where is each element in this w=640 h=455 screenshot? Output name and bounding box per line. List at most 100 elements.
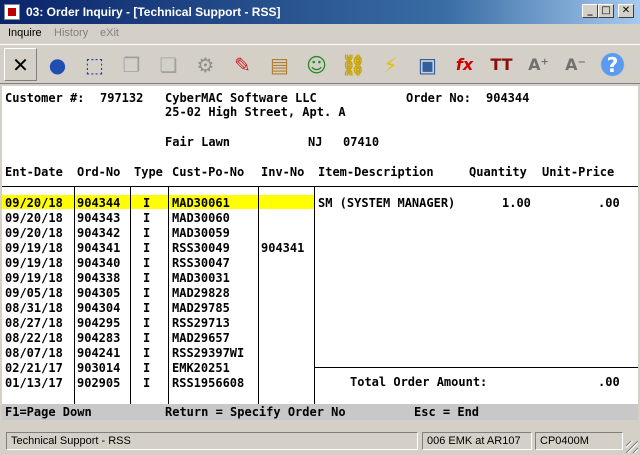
function-key-bar: F1=Page Down Return = Specify Order No E…	[2, 404, 638, 420]
row-cust-po-no: RSS29713	[172, 316, 230, 330]
row-type: I	[143, 376, 151, 390]
toolbar: ✕ ● ⬚ ❐ ❏ ⚙ ✎ ▤ ☺ ⛓ ⚡ ▣ fx TT A⁺ A⁻?	[0, 44, 640, 84]
row-ord-no[interactable]: 904241	[77, 346, 120, 360]
status-session: Technical Support - RSS	[6, 432, 418, 450]
col-header-unit-price: Unit-Price	[542, 165, 615, 179]
col-divider-3	[168, 186, 169, 404]
resize-grip[interactable]	[626, 441, 638, 453]
menu-exit[interactable]: eXit	[100, 27, 119, 39]
window-lightning-icon[interactable]: ▣	[411, 48, 444, 81]
status-program: CP0400M	[535, 432, 623, 450]
row-ord-no[interactable]: 904283	[77, 331, 120, 345]
link-chain-icon[interactable]: ⛓	[337, 48, 370, 81]
customer-label: Customer #:	[5, 91, 85, 105]
row-ent-date: 09/19/18	[5, 241, 63, 255]
row-type: I	[143, 286, 151, 300]
help-icon[interactable]: ?	[596, 48, 629, 81]
row-ord-no[interactable]: 904341	[77, 241, 120, 255]
row-type: I	[143, 226, 151, 240]
col-divider-2	[130, 186, 131, 404]
row-ent-date: 09/20/18	[5, 196, 63, 210]
row-type: I	[143, 196, 151, 210]
line-item-quantity: 1.00	[502, 196, 531, 210]
status-bar: Technical Support - RSS 006 EMK at AR107…	[0, 428, 640, 455]
decrease-font-icon[interactable]: A⁻	[559, 48, 592, 81]
edit-pencil-icon[interactable]: ✎	[226, 48, 259, 81]
esc-hint[interactable]: Esc = End	[414, 405, 479, 419]
row-cust-po-no: RSS30049	[172, 241, 230, 255]
menu-history[interactable]: History	[54, 27, 88, 39]
f1-page-down-hint[interactable]: F1=Page Down	[5, 405, 92, 419]
cross-icon[interactable]: ✕	[4, 48, 37, 81]
title-bar: 03: Order Inquiry - [Technical Support -…	[0, 0, 640, 24]
font-size-icon[interactable]: TT	[485, 48, 518, 81]
total-value: .00	[598, 375, 620, 389]
copy-icon[interactable]: ❐	[115, 48, 148, 81]
notepad-icon[interactable]: ▤	[263, 48, 296, 81]
row-cust-po-no: RSS29397WI	[172, 346, 245, 360]
window-title: 03: Order Inquiry - [Technical Support -…	[26, 5, 281, 19]
row-ent-date: 02/21/17	[5, 361, 63, 375]
row-ord-no[interactable]: 904340	[77, 256, 120, 270]
users-icon[interactable]: ☺	[300, 48, 333, 81]
row-ent-date: 09/19/18	[5, 271, 63, 285]
col-divider-1	[74, 186, 75, 404]
row-type: I	[143, 301, 151, 315]
app-icon[interactable]	[4, 4, 20, 20]
return-hint[interactable]: Return = Specify Order No	[165, 405, 346, 419]
row-cust-po-no: MAD30059	[172, 226, 230, 240]
col-header-type: Type	[134, 165, 163, 179]
row-ord-no[interactable]: 904304	[77, 301, 120, 315]
gear-icon[interactable]: ⚙	[189, 48, 222, 81]
row-ent-date: 08/22/18	[5, 331, 63, 345]
row-ord-no[interactable]: 903014	[77, 361, 120, 375]
customer-city: Fair Lawn	[165, 135, 231, 149]
total-label: Total Order Amount:	[350, 375, 488, 389]
row-type: I	[143, 211, 151, 225]
col-header-cust-po-no: Cust-Po-No	[172, 165, 245, 179]
order-no-value[interactable]: 904344	[486, 91, 529, 105]
line-item-description: SM (SYSTEM MANAGER)	[318, 196, 456, 210]
row-type: I	[143, 361, 151, 375]
row-type: I	[143, 316, 151, 330]
row-ord-no[interactable]: 904338	[77, 271, 120, 285]
function-fx-icon[interactable]: fx	[448, 48, 481, 81]
row-cust-po-no: RSS30047	[172, 256, 230, 270]
globe-icon[interactable]: ●	[41, 48, 74, 81]
row-type: I	[143, 271, 151, 285]
col-header-ord-no: Ord-No	[77, 165, 121, 179]
row-cust-po-no: MAD29785	[172, 301, 230, 315]
row-type: I	[143, 256, 151, 270]
row-ord-no[interactable]: 904343	[77, 211, 120, 225]
lightning-icon[interactable]: ⚡	[374, 48, 407, 81]
paste-icon[interactable]: ❏	[152, 48, 185, 81]
maximize-button[interactable]: □	[598, 4, 614, 18]
col-header-quantity: Quantity	[469, 165, 527, 179]
row-ord-no[interactable]: 904295	[77, 316, 120, 330]
row-cust-po-no: MAD30061	[172, 196, 230, 210]
close-button[interactable]: ✕	[618, 4, 634, 18]
row-ent-date: 08/07/18	[5, 346, 63, 360]
row-ord-no[interactable]: 902905	[77, 376, 120, 390]
customer-name: CyberMAC Software LLC	[165, 91, 317, 105]
menu-inquire[interactable]: Inquire	[8, 27, 42, 39]
row-ord-no[interactable]: 904342	[77, 226, 120, 240]
row-cust-po-no: MAD30060	[172, 211, 230, 225]
order-no-label: Order No:	[406, 91, 472, 105]
row-ord-no[interactable]: 904305	[77, 286, 120, 300]
row-ent-date: 09/05/18	[5, 286, 63, 300]
customer-number: 797132	[100, 91, 144, 105]
row-type: I	[143, 346, 151, 360]
minimize-button[interactable]: _	[582, 4, 598, 18]
row-ord-no[interactable]: 904344	[77, 196, 120, 210]
increase-font-icon[interactable]: A⁺	[522, 48, 555, 81]
select-box-icon[interactable]: ⬚	[78, 48, 111, 81]
col-header-inv-no: Inv-No	[261, 165, 305, 179]
header-divider	[2, 186, 638, 187]
row-ent-date: 08/31/18	[5, 301, 63, 315]
total-divider	[314, 367, 638, 368]
line-item-unit-price: .00	[598, 196, 620, 210]
row-cust-po-no: MAD29828	[172, 286, 230, 300]
row-type: I	[143, 331, 151, 345]
row-cust-po-no: RSS1956608	[172, 376, 245, 390]
